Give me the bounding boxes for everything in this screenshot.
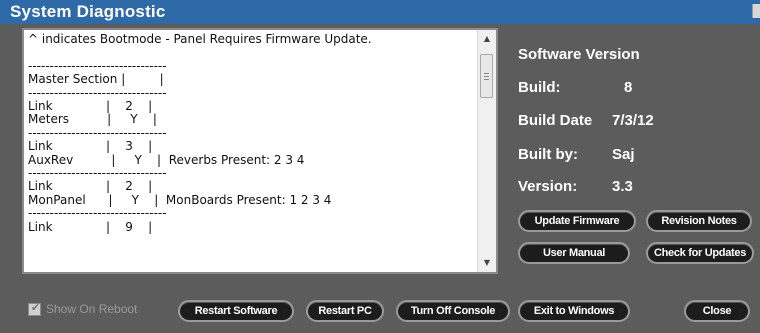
window-title: System Diagnostic <box>10 2 166 21</box>
restart-pc-button[interactable]: Restart PC <box>306 300 384 322</box>
log-content: ^ indicates Bootmode - Panel Requires Fi… <box>24 30 479 272</box>
log-text: ^ indicates Bootmode - Panel Requires Fi… <box>28 32 372 234</box>
update-firmware-button[interactable]: Update Firmware <box>518 210 636 232</box>
window-control-edge[interactable] <box>752 4 760 18</box>
user-manual-button[interactable]: User Manual <box>518 242 630 264</box>
built-by-value: Saj <box>612 146 635 163</box>
show-on-reboot-label: Show On Reboot <box>46 302 138 316</box>
build-date-label: Build Date <box>518 112 593 129</box>
close-button[interactable]: Close <box>684 300 750 322</box>
log-scrollbar[interactable]: ▲ ▼ <box>477 30 496 272</box>
revision-notes-button[interactable]: Revision Notes <box>646 210 752 232</box>
check-for-updates-button[interactable]: Check for Updates <box>646 242 754 264</box>
build-label: Build: <box>518 79 561 96</box>
build-value: 8 <box>624 79 633 96</box>
version-label: Version: <box>518 178 578 195</box>
checkmark-icon: ✔ <box>30 301 41 314</box>
software-version-heading: Software Version <box>518 46 640 63</box>
scroll-up-icon[interactable]: ▲ <box>478 30 496 48</box>
diagnostic-log[interactable]: ^ indicates Bootmode - Panel Requires Fi… <box>22 28 498 274</box>
scroll-down-icon[interactable]: ▼ <box>478 254 496 272</box>
scroll-thumb[interactable] <box>480 54 493 98</box>
exit-to-windows-button[interactable]: Exit to Windows <box>518 300 630 322</box>
restart-software-button[interactable]: Restart Software <box>178 300 294 322</box>
turn-off-console-button[interactable]: Turn Off Console <box>396 300 510 322</box>
version-value: 3.3 <box>612 178 633 195</box>
built-by-label: Built by: <box>518 146 578 163</box>
show-on-reboot-checkbox[interactable]: ✔ <box>28 301 41 316</box>
title-bar: System Diagnostic <box>0 0 760 24</box>
build-date-value: 7/3/12 <box>612 112 654 129</box>
